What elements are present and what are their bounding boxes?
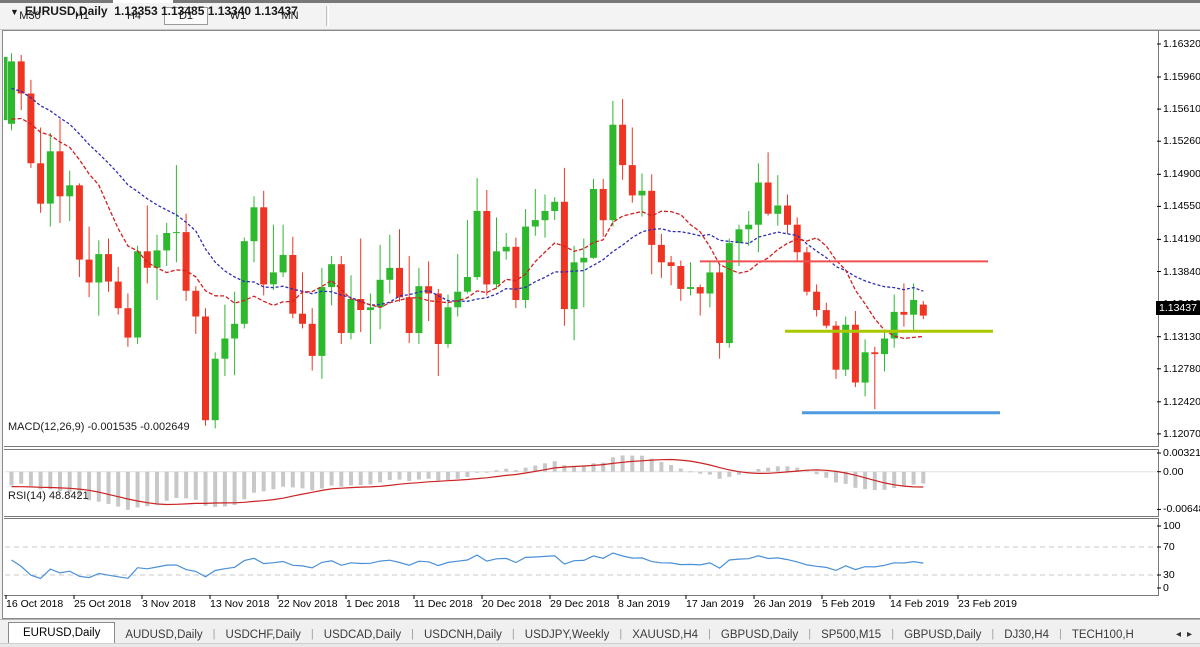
price-axis-label: 1.12420: [1163, 396, 1200, 408]
price-axis-label: 1.14900: [1163, 168, 1200, 180]
date-axis-label: 25 Oct 2018: [74, 598, 131, 610]
chart-symbol: EURUSD,Daily: [25, 4, 108, 18]
status-bar-edge: [0, 643, 1200, 647]
chart-tab-usdjpy-weekly[interactable]: USDJPY,Weekly: [515, 625, 620, 644]
chart-tab-tech100-h[interactable]: TECH100,H: [1062, 625, 1144, 644]
macd-axis-label: 0.00: [1163, 466, 1183, 478]
toolbar-separator: [326, 6, 329, 26]
price-axis-label: 1.14550: [1163, 200, 1200, 212]
date-axis-label: 16 Oct 2018: [6, 598, 63, 610]
price-axis-label: 1.14190: [1163, 233, 1200, 245]
price-axis-label: 1.12780: [1163, 363, 1200, 375]
chart-tab-usdcad-daily[interactable]: USDCAD,Daily: [314, 625, 411, 644]
chart-title: ▼ EURUSD,Daily 1.13353 1.13485 1.13340 1.…: [10, 4, 298, 18]
date-axis-label: 11 Dec 2018: [414, 598, 473, 610]
chart-tab-gbpusd-daily[interactable]: GBPUSD,Daily: [894, 625, 991, 644]
chart-tab-gbpusd-daily[interactable]: GBPUSD,Daily: [711, 625, 808, 644]
price-axis-label: 1.13840: [1163, 266, 1200, 278]
bid-price-tag: 1.13437: [1156, 301, 1200, 315]
chart-tab-usdcnh-daily[interactable]: USDCNH,Daily: [414, 625, 512, 644]
price-axis-label: 1.15960: [1163, 71, 1200, 83]
chart-tab-eurusd-daily[interactable]: EURUSD,Daily: [8, 622, 115, 644]
price-axis-label: 1.13130: [1163, 331, 1200, 343]
rsi-axis-label: 100: [1163, 520, 1181, 532]
date-axis: 16 Oct 2018 25 Oct 2018 3 Nov 2018 13 Nov 2…: [0, 596, 1200, 616]
date-axis-label: 8 Jan 2019: [618, 598, 670, 610]
date-axis-label: 13 Nov 2018: [210, 598, 270, 610]
macd-axis-label: -0.006485: [1163, 503, 1200, 515]
price-axis-label: 1.15260: [1163, 135, 1200, 147]
main-chart-pane[interactable]: [4, 31, 1159, 447]
macd-axis-label: 0.003216: [1163, 447, 1200, 459]
tab-scroll-right-icon[interactable]: ▸: [1187, 629, 1192, 640]
price-axis-label: 1.16320: [1163, 38, 1200, 50]
symbol-tab-bar: EURUSD,DailyAUDUSD,Daily|USDCHF,Daily|US…: [0, 619, 1200, 644]
date-axis-label: 26 Jan 2019: [754, 598, 812, 610]
chevron-down-icon[interactable]: ▼: [10, 7, 19, 17]
date-axis-label: 14 Feb 2019: [890, 598, 949, 610]
tab-scroll-left-icon[interactable]: ◂: [1176, 629, 1181, 640]
chart-tab-dj30-h4[interactable]: DJ30,H4: [994, 625, 1059, 644]
rsi-axis-label: 70: [1163, 541, 1175, 553]
macd-pane[interactable]: [4, 449, 1159, 517]
chart-tab-sp500-m15[interactable]: SP500,M15: [811, 625, 891, 644]
date-axis-label: 23 Feb 2019: [958, 598, 1017, 610]
rsi-pane[interactable]: [4, 518, 1159, 596]
rsi-value: 48.8421: [49, 490, 89, 502]
chart-tab-xauusd-h4[interactable]: XAUUSD,H4: [622, 625, 708, 644]
chart-tab-audusd-daily[interactable]: AUDUSD,Daily: [115, 625, 212, 644]
macd-indicator-label: MACD(12,26,9) -0.001535 -0.002649: [8, 421, 190, 433]
trading-app: M30H1H4D1W1MN ▼EURUSD,Daily 1.13353 1.13…: [0, 0, 1200, 647]
price-axis-label: 1.12070: [1163, 428, 1200, 440]
date-axis-label: 1 Dec 2018: [346, 598, 400, 610]
rsi-axis-label: 0: [1163, 582, 1169, 594]
macd-main-value: -0.001535: [87, 421, 137, 433]
chart-ohlc-values: 1.13353 1.13485 1.13340 1.13437: [114, 4, 298, 18]
date-axis-label: 29 Dec 2018: [550, 598, 610, 610]
chart-window[interactable]: [2, 30, 1200, 619]
date-axis-label: 20 Dec 2018: [482, 598, 542, 610]
rsi-indicator-label: RSI(14) 48.8421: [8, 490, 89, 502]
rsi-axis-label: 30: [1163, 569, 1175, 581]
date-axis-label: 5 Feb 2019: [822, 598, 875, 610]
macd-signal-value: -0.002649: [140, 421, 190, 433]
price-axis-label: 1.15610: [1163, 103, 1200, 115]
date-axis-label: 22 Nov 2018: [278, 598, 338, 610]
date-axis-label: 3 Nov 2018: [142, 598, 196, 610]
date-axis-label: 17 Jan 2019: [686, 598, 744, 610]
chart-tab-usdchf-daily[interactable]: USDCHF,Daily: [216, 625, 311, 644]
